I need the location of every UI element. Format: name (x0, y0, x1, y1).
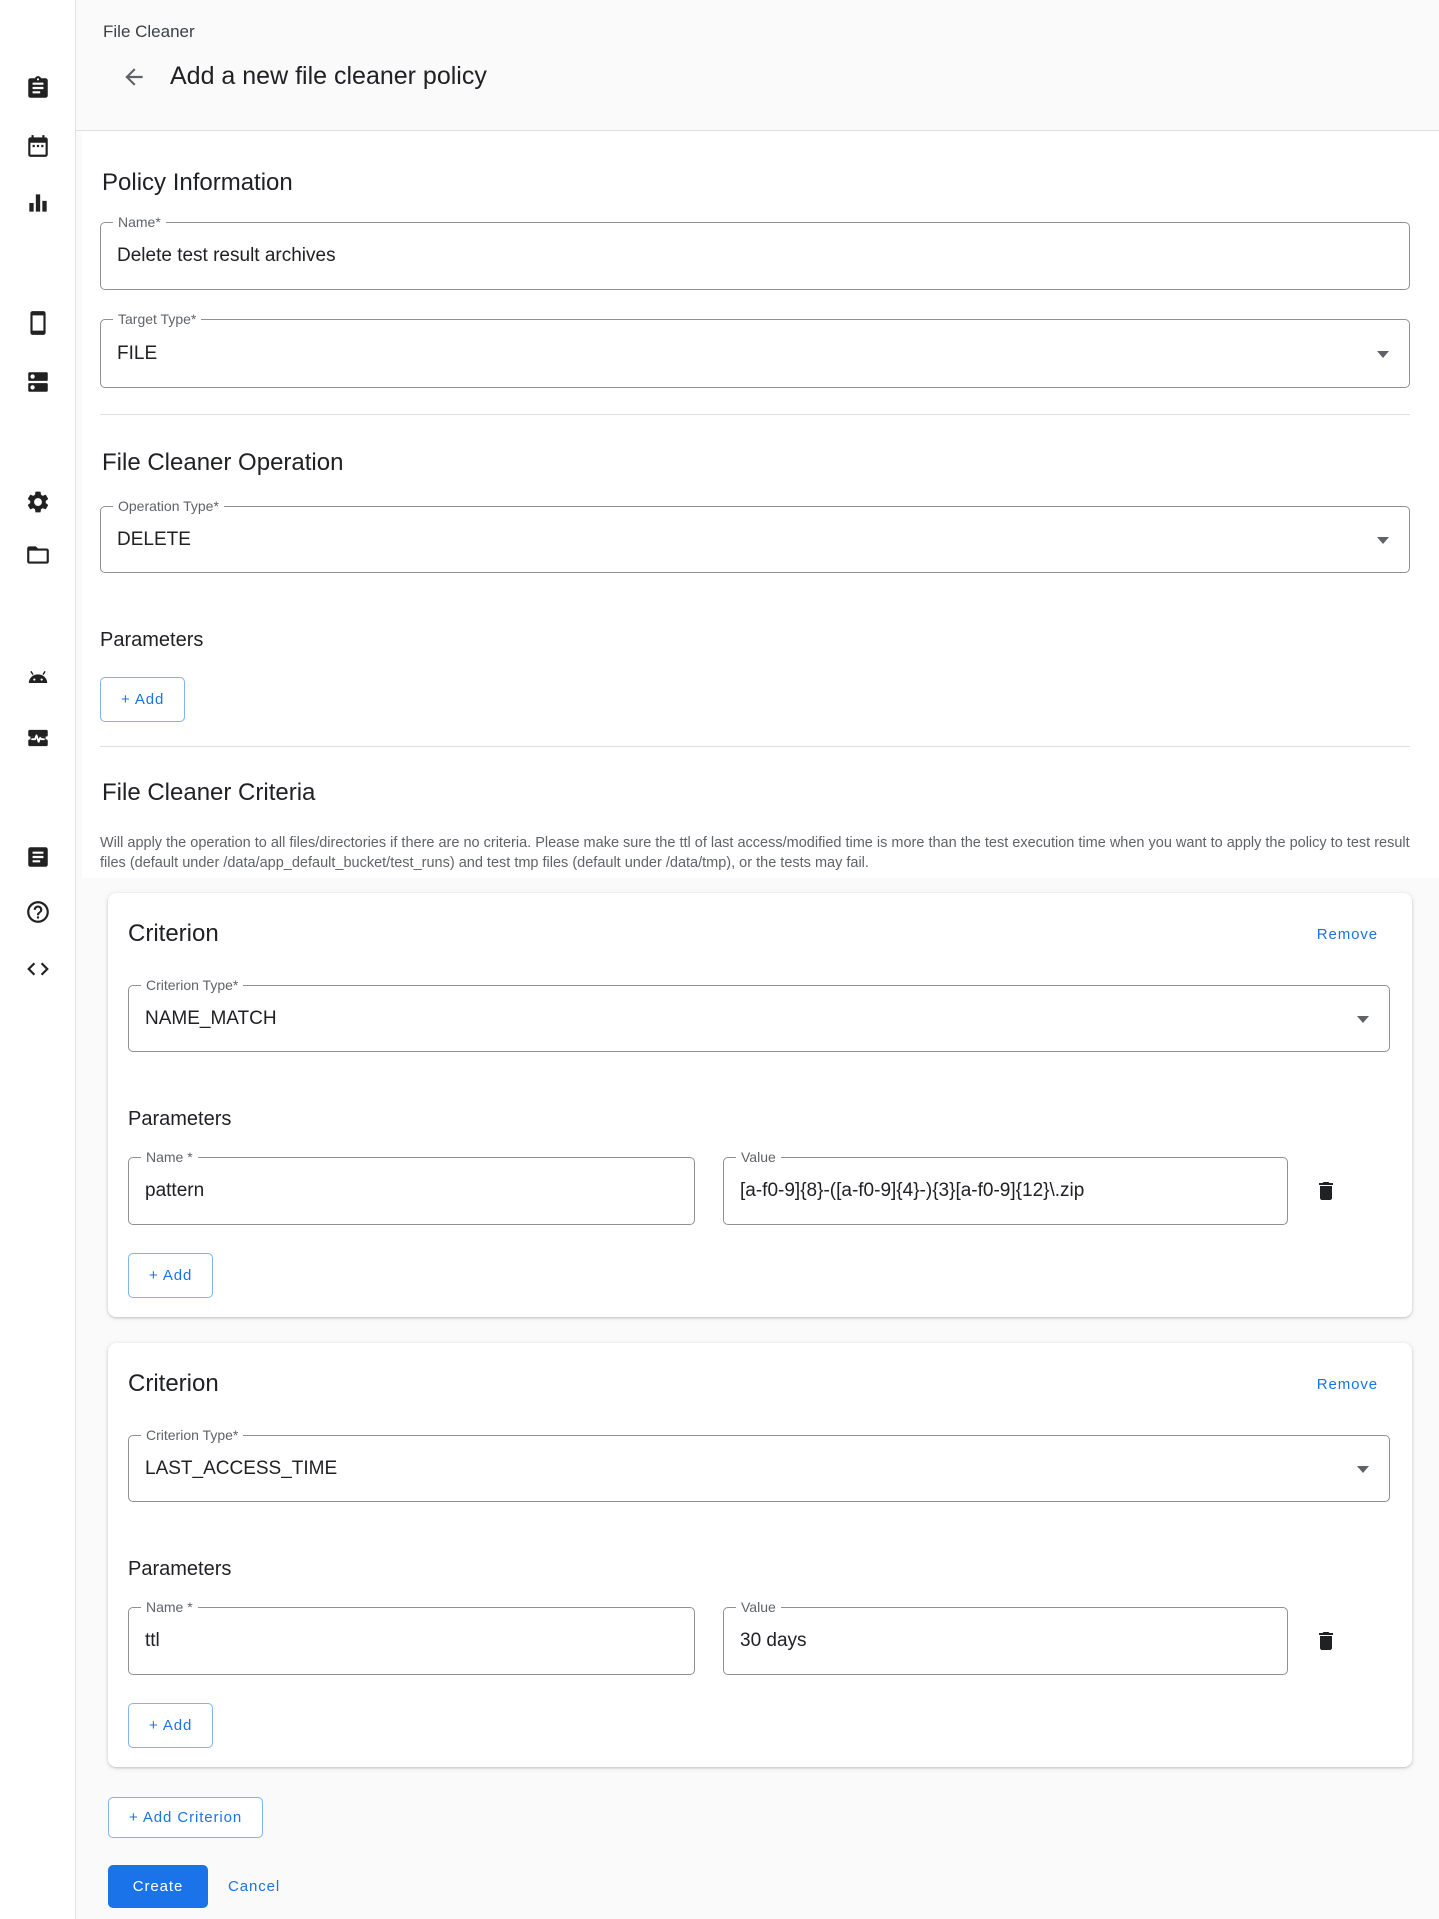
article-icon[interactable] (24, 843, 52, 871)
help-icon[interactable] (24, 898, 52, 926)
parameter-name-field[interactable]: Name * ttl (128, 1607, 695, 1675)
criterion-card: Criterion Remove Criterion Type* LAST_AC… (108, 1343, 1412, 1767)
chevron-down-icon (1357, 1016, 1369, 1023)
add-parameter-button[interactable]: + Add (128, 1253, 213, 1298)
policy-name-value: Delete test result archives (101, 245, 336, 267)
policy-information-heading: Policy Information (102, 167, 1410, 199)
criteria-region: Criterion Remove Criterion Type* NAME_MA… (76, 878, 1439, 1919)
add-parameter-button[interactable]: + Add (128, 1703, 213, 1748)
storage-activity-icon[interactable] (24, 724, 52, 752)
bar-chart-icon[interactable] (24, 189, 52, 217)
section-divider (100, 746, 1410, 747)
page-header: File Cleaner Add a new file cleaner poli… (76, 0, 1439, 131)
criterion-parameters-heading: Parameters (128, 1555, 1390, 1583)
criteria-heading: File Cleaner Criteria (102, 777, 1410, 809)
main-content: File Cleaner Add a new file cleaner poli… (76, 0, 1439, 1919)
delete-parameter-button[interactable] (1313, 1628, 1339, 1654)
criterion-type-label: Criterion Type* (141, 977, 243, 994)
criteria-description: Will apply the operation to all files/di… (100, 833, 1410, 873)
remove-criterion-button[interactable]: Remove (1305, 918, 1390, 950)
remove-criterion-button[interactable]: Remove (1305, 1368, 1390, 1400)
chevron-down-icon (1357, 1466, 1369, 1473)
parameter-name-label: Name * (141, 1599, 198, 1616)
calendar-icon[interactable] (24, 132, 52, 160)
operation-type-value: DELETE (101, 529, 191, 551)
create-button[interactable]: Create (108, 1865, 208, 1908)
criterion-type-value: LAST_ACCESS_TIME (129, 1458, 337, 1480)
criterion-parameters-heading: Parameters (128, 1105, 1390, 1133)
cancel-button[interactable]: Cancel (216, 1865, 292, 1908)
parameter-name-value: ttl (129, 1630, 160, 1652)
parameter-value-field[interactable]: Value 30 days (723, 1607, 1288, 1675)
code-icon[interactable] (24, 955, 52, 983)
criterion-heading: Criterion (128, 1368, 219, 1400)
dns-icon[interactable] (24, 368, 52, 396)
section-divider (100, 414, 1410, 415)
add-criterion-button[interactable]: + Add Criterion (108, 1797, 263, 1838)
criterion-type-select[interactable]: Criterion Type* LAST_ACCESS_TIME (128, 1435, 1390, 1502)
parameter-name-label: Name * (141, 1149, 198, 1166)
target-type-select[interactable]: Target Type* FILE (100, 319, 1410, 388)
operation-type-label: Operation Type* (113, 498, 224, 515)
trash-icon (1314, 1629, 1338, 1653)
operation-parameters-heading: Parameters (100, 626, 1410, 654)
criterion-type-value: NAME_MATCH (129, 1008, 277, 1030)
parameter-value-label: Value (736, 1599, 781, 1616)
criterion-heading: Criterion (128, 918, 219, 950)
add-parameter-button[interactable]: + Add (100, 677, 185, 722)
sidebar (0, 0, 76, 1919)
parameter-value-field[interactable]: Value [a-f0-9]{8}-([a-f0-9]{4}-){3}[a-f0… (723, 1157, 1288, 1225)
policy-name-label: Name* (113, 214, 166, 231)
smartphone-icon[interactable] (24, 309, 52, 337)
target-type-value: FILE (101, 343, 157, 365)
parameter-value-value: [a-f0-9]{8}-([a-f0-9]{4}-){3}[a-f0-9]{12… (724, 1180, 1084, 1202)
form-actions: Create Cancel (108, 1865, 1439, 1908)
delete-parameter-button[interactable] (1313, 1178, 1339, 1204)
arrow-back-icon (121, 64, 147, 90)
parameter-name-value: pattern (129, 1180, 204, 1202)
settings-icon[interactable] (24, 488, 52, 516)
app-title: File Cleaner (103, 22, 195, 42)
criterion-type-select[interactable]: Criterion Type* NAME_MATCH (128, 985, 1390, 1052)
operation-heading: File Cleaner Operation (102, 447, 1410, 479)
criterion-type-label: Criterion Type* (141, 1427, 243, 1444)
criterion-card: Criterion Remove Criterion Type* NAME_MA… (108, 893, 1412, 1317)
back-button[interactable] (120, 63, 148, 91)
target-type-label: Target Type* (113, 311, 201, 328)
parameter-value-value: 30 days (724, 1630, 807, 1652)
form-panel: Policy Information Name* Delete test res… (82, 131, 1439, 878)
chevron-down-icon (1377, 351, 1389, 358)
chevron-down-icon (1377, 537, 1389, 544)
assignment-icon[interactable] (24, 74, 52, 102)
trash-icon (1314, 1179, 1338, 1203)
operation-type-select[interactable]: Operation Type* DELETE (100, 506, 1410, 573)
policy-name-field[interactable]: Name* Delete test result archives (100, 222, 1410, 290)
folder-icon[interactable] (24, 541, 52, 569)
parameter-name-field[interactable]: Name * pattern (128, 1157, 695, 1225)
android-icon[interactable] (24, 663, 52, 691)
page-title: Add a new file cleaner policy (170, 62, 487, 91)
parameter-value-label: Value (736, 1149, 781, 1166)
